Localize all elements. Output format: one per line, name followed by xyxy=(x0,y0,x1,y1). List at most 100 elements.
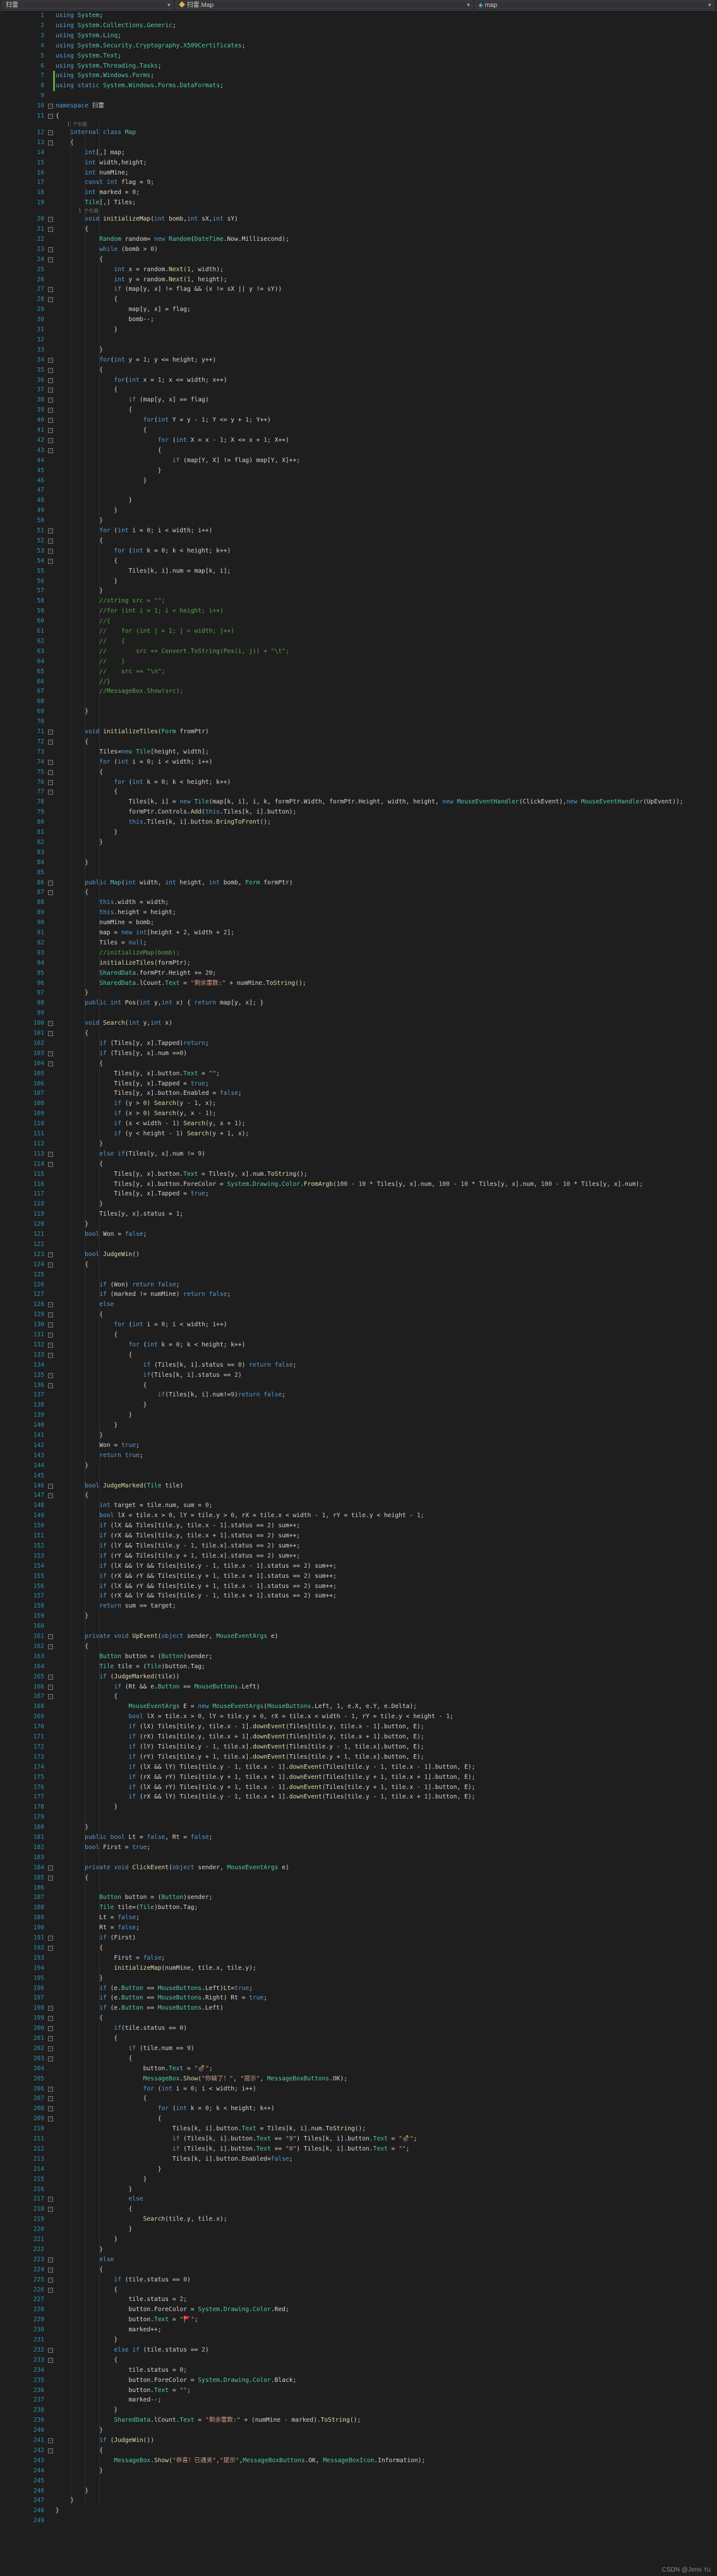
fold-toggle-icon[interactable]: − xyxy=(48,437,53,443)
code-line[interactable]: 198− if (e.Button == MouseButtons.Left) xyxy=(0,2003,717,2013)
code-line[interactable]: 115 Tiles[y, x].button.Text = Tiles[y, x… xyxy=(0,1169,717,1180)
code-line[interactable]: 10− namespace 扫雷 xyxy=(0,101,717,111)
code-line[interactable]: 152 if (lY && Tiles[tile.y - 1, tile.x].… xyxy=(0,1541,717,1551)
fold-toggle-icon[interactable]: − xyxy=(48,1674,53,1680)
code-line[interactable]: 69 } xyxy=(0,707,717,717)
code-line[interactable]: 151 if (rX && Tiles[tile.y, tile.x + 1].… xyxy=(0,1531,717,1541)
fold-toggle-icon[interactable]: − xyxy=(48,779,53,785)
code-line[interactable]: 208− for (int k = 0; k < height; k++) xyxy=(0,2104,717,2114)
fold-toggle-icon[interactable]: − xyxy=(48,130,53,135)
code-line[interactable]: 192− { xyxy=(0,1943,717,1953)
code-line[interactable]: 189 Lt = false; xyxy=(0,1913,717,1923)
code-line[interactable]: 164 Tile tile = (Tile)button.Tag; xyxy=(0,1662,717,1672)
code-line[interactable]: 42− for (int X = x - 1; X <= x + 1; X++) xyxy=(0,436,717,446)
fold-toggle-icon[interactable]: − xyxy=(48,448,53,453)
code-line[interactable]: 194 initializeMap(numMine, tile.x, tile.… xyxy=(0,1963,717,1974)
fold-toggle-icon[interactable]: − xyxy=(48,1372,53,1378)
code-line[interactable]: 129− { xyxy=(0,1310,717,1320)
code-line[interactable]: 77− { xyxy=(0,787,717,797)
code-line[interactable]: 137 if(Tiles[k, i].num!=9)return false; xyxy=(0,1390,717,1400)
code-line[interactable]: 1 using System; xyxy=(0,11,717,21)
code-line[interactable]: 109 if (x > 0) Search(y, x - 1); xyxy=(0,1109,717,1119)
code-line[interactable]: 100− void Search(int y,int x) xyxy=(0,1018,717,1029)
fold-toggle-icon[interactable]: − xyxy=(48,2036,53,2041)
code-line[interactable]: 91 map = new int[height + 2, width + 2]; xyxy=(0,928,717,938)
fold-toggle-icon[interactable]: − xyxy=(48,1644,53,1649)
fold-toggle-icon[interactable]: − xyxy=(48,418,53,424)
code-line[interactable]: 76− for (int k = 0; k < height; k++) xyxy=(0,778,717,788)
code-line[interactable]: 73 Tiles=new Tile[height, width]; xyxy=(0,747,717,757)
code-line[interactable]: 177 if (rX && lY) Tiles[tile.y - 1, tile… xyxy=(0,1792,717,1802)
code-line[interactable]: 86− public Map(int width, int height, in… xyxy=(0,878,717,888)
code-line[interactable]: 31 } xyxy=(0,325,717,335)
code-line[interactable]: 48 } xyxy=(0,496,717,506)
code-line[interactable]: 125 xyxy=(0,1270,717,1280)
code-line[interactable]: 237 marked--; xyxy=(0,2395,717,2405)
fold-toggle-icon[interactable]: − xyxy=(48,739,53,745)
code-line[interactable]: 207− { xyxy=(0,2094,717,2104)
fold-toggle-icon[interactable]: − xyxy=(48,528,53,534)
fold-toggle-icon[interactable]: − xyxy=(48,1865,53,1871)
code-line[interactable]: 101− { xyxy=(0,1029,717,1039)
code-line[interactable]: 173 if (rY) Tiles[tile.y + 1, tile.x].do… xyxy=(0,1752,717,1762)
code-line[interactable]: 121 bool Won = false; xyxy=(0,1230,717,1240)
fold-toggle-icon[interactable]: − xyxy=(48,428,53,433)
code-line[interactable]: 50 } xyxy=(0,516,717,526)
code-line[interactable]: 5 using System.Text; xyxy=(0,51,717,61)
code-line[interactable]: 223− else xyxy=(0,2255,717,2265)
code-line[interactable]: 183 xyxy=(0,1853,717,1863)
code-line[interactable]: 19 Tile[,] Tiles; xyxy=(0,198,717,208)
fold-toggle-icon[interactable]: − xyxy=(48,558,53,564)
code-line[interactable]: 203− { xyxy=(0,2054,717,2064)
fold-toggle-icon[interactable]: − xyxy=(48,1252,53,1257)
fold-toggle-icon[interactable]: − xyxy=(48,1875,53,1881)
fold-toggle-icon[interactable]: − xyxy=(48,227,53,232)
code-line[interactable]: 124− { xyxy=(0,1260,717,1270)
code-line[interactable]: 212 if (Tiles[k, i].button.Text == "0") … xyxy=(0,2144,717,2154)
code-line[interactable]: 140 } xyxy=(0,1420,717,1431)
code-line[interactable]: 29 map[y, x] = flag; xyxy=(0,305,717,315)
code-line[interactable]: 68 xyxy=(0,697,717,707)
code-line[interactable]: 148 int target = tile.num, sum = 0; xyxy=(0,1501,717,1511)
fold-toggle-icon[interactable]: − xyxy=(48,257,53,262)
fold-toggle-icon[interactable]: − xyxy=(48,790,53,795)
code-line[interactable]: 106 Tiles[y, x].Tapped = true; xyxy=(0,1079,717,1089)
code-line[interactable]: 23− while (bomb > 0) xyxy=(0,245,717,255)
code-line[interactable]: 190 Rt = false; xyxy=(0,1923,717,1933)
code-line[interactable]: 83 xyxy=(0,848,717,858)
code-line[interactable]: 217− else xyxy=(0,2194,717,2204)
code-line[interactable]: 181 public bool Lt = false, Rt = false; xyxy=(0,1833,717,1843)
fold-toggle-icon[interactable]: − xyxy=(48,1684,53,1690)
code-line[interactable]: 21− { xyxy=(0,224,717,235)
code-line[interactable]: 39− { xyxy=(0,405,717,415)
fold-toggle-icon[interactable]: − xyxy=(48,1383,53,1388)
code-line[interactable]: 226− { xyxy=(0,2285,717,2295)
code-line[interactable]: 179 xyxy=(0,1812,717,1822)
code-line[interactable]: 49 } xyxy=(0,506,717,516)
fold-toggle-icon[interactable]: − xyxy=(48,1302,53,1308)
fold-toggle-icon[interactable]: − xyxy=(48,1634,53,1639)
fold-toggle-icon[interactable]: − xyxy=(48,1352,53,1358)
code-line[interactable]: 216 } xyxy=(0,2185,717,2195)
code-line[interactable]: 7 using System.Windows.Forms; xyxy=(0,71,717,81)
code-line[interactable]: 249 xyxy=(0,2516,717,2526)
code-line[interactable]: 165− if (JudgeMarked(tile)) xyxy=(0,1672,717,1682)
code-line[interactable]: 56 } xyxy=(0,577,717,587)
fold-toggle-icon[interactable]: − xyxy=(48,2096,53,2102)
code-line[interactable]: 105 Tiles[y, x].button.Text = ""; xyxy=(0,1069,717,1079)
code-line[interactable]: 3 using System.Linq; xyxy=(0,31,717,41)
code-line[interactable]: 244 } xyxy=(0,2466,717,2476)
code-line[interactable]: 191− if (First) xyxy=(0,1933,717,1943)
fold-toggle-icon[interactable]: − xyxy=(48,2116,53,2122)
code-line[interactable]: 45 } xyxy=(0,466,717,476)
code-line[interactable]: 245 xyxy=(0,2476,717,2486)
fold-toggle-icon[interactable]: − xyxy=(48,729,53,735)
code-line[interactable]: 200− if(tile.status == 0) xyxy=(0,2024,717,2034)
code-line[interactable]: 163 Button button = (Button)sender; xyxy=(0,1652,717,1662)
fold-toggle-icon[interactable]: − xyxy=(48,114,53,119)
code-line[interactable]: 44 if (map[Y, X] != flag) map[Y, X]++; xyxy=(0,456,717,466)
member-dropdown[interactable]: ◈ map ▾ xyxy=(475,1,714,9)
fold-toggle-icon[interactable]: − xyxy=(48,1151,53,1157)
fold-toggle-icon[interactable]: − xyxy=(48,538,53,544)
code-line[interactable]: 116 Tiles[y, x].button.ForeColor = Syste… xyxy=(0,1180,717,1190)
